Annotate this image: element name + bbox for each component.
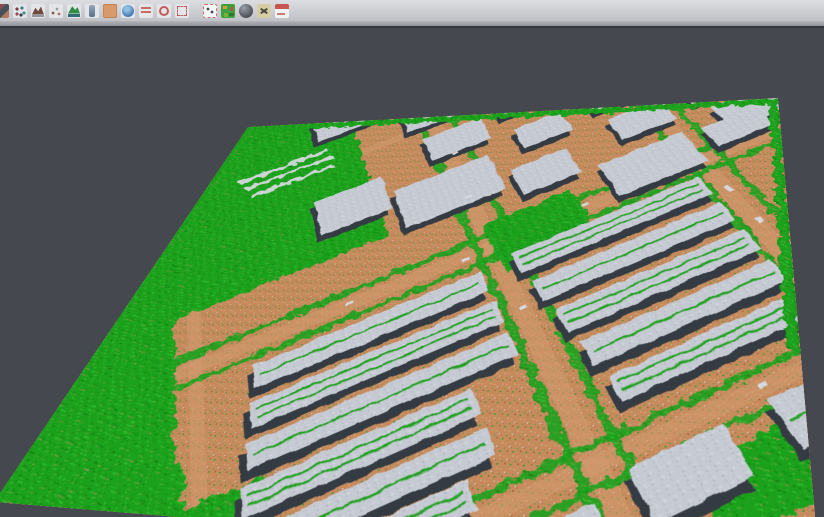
height-column-icon[interactable] — [85, 4, 99, 18]
flag-redwhite-icon[interactable] — [275, 4, 289, 18]
selection-box-red-icon[interactable] — [175, 4, 189, 18]
clip-region-icon[interactable] — [203, 4, 217, 18]
toolbar-border — [0, 26, 824, 28]
profile-points-icon[interactable] — [13, 4, 27, 18]
terrain-green-icon[interactable] — [67, 4, 81, 18]
globe-blue-icon[interactable] — [121, 4, 135, 18]
profile-lines-red-icon[interactable] — [139, 4, 153, 18]
toolbar — [0, 0, 824, 21]
sphere-gray-icon[interactable] — [239, 4, 253, 18]
tile-orange-icon[interactable] — [103, 4, 117, 18]
application-window — [0, 0, 824, 517]
measure-area-tan-icon[interactable] — [257, 4, 271, 18]
terrain-brown-icon[interactable] — [31, 4, 45, 18]
ground-points-icon[interactable] — [49, 4, 63, 18]
circle-target-red-icon[interactable] — [157, 4, 171, 18]
points-colored-icon[interactable] — [0, 4, 9, 18]
classified-cloud-icon[interactable] — [221, 4, 235, 18]
